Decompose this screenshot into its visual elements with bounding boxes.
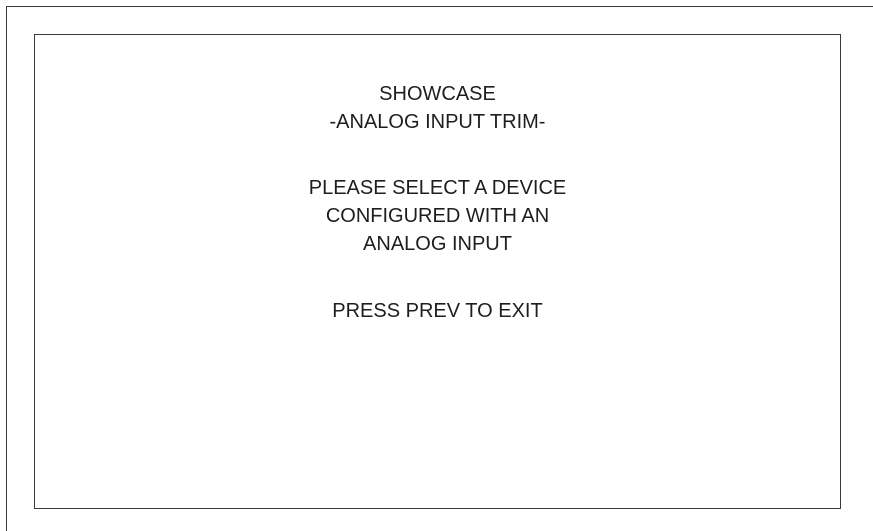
message-line-3: ANALOG INPUT (363, 233, 512, 255)
display-screen: SHOWCASE -ANALOG INPUT TRIM- PLEASE SELE… (34, 34, 841, 509)
page: SHOWCASE -ANALOG INPUT TRIM- PLEASE SELE… (0, 0, 873, 531)
screen-subtitle: -ANALOG INPUT TRIM- (329, 111, 546, 133)
message-line-1: PLEASE SELECT A DEVICE (308, 177, 567, 199)
message-line-2: CONFIGURED WITH AN (325, 205, 550, 227)
exit-prompt: PRESS PREV TO EXIT (332, 300, 543, 322)
screen-title: SHOWCASE (379, 83, 496, 105)
